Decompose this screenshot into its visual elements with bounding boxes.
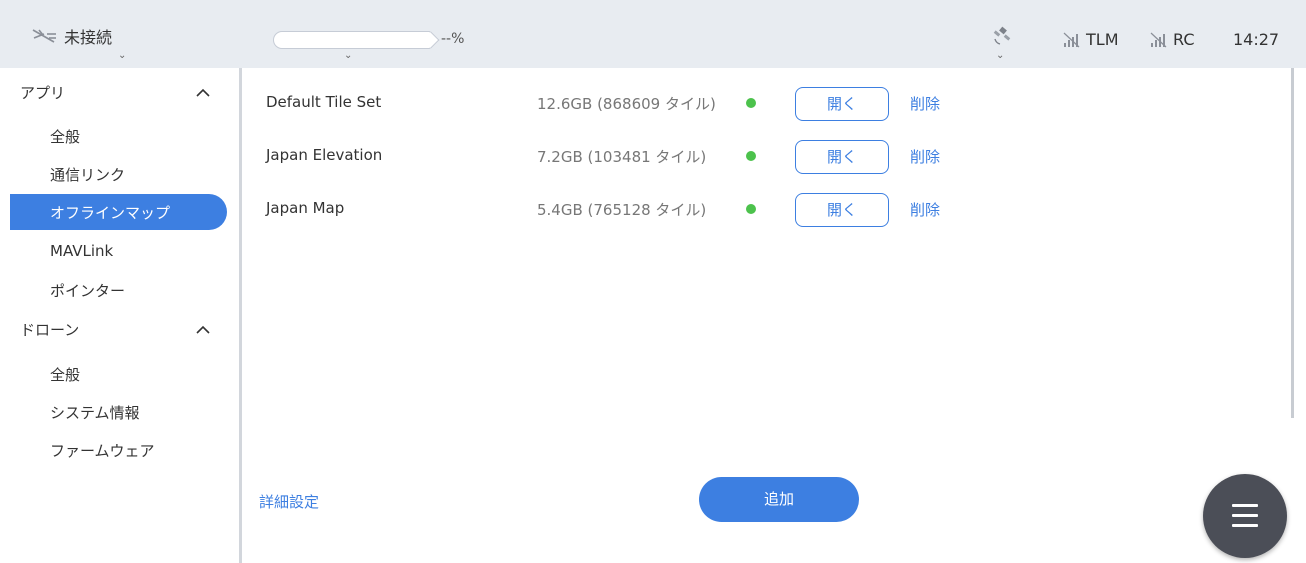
chevron-down-icon: ⌄ (996, 50, 1005, 61)
chevron-down-icon: ⌄ (344, 50, 353, 61)
map-size: 7.2GB (103481 タイル) (537, 148, 707, 166)
status-dot (746, 98, 756, 108)
open-button[interactable]: 開く (795, 140, 889, 174)
delete-link[interactable]: 削除 (910, 93, 940, 114)
tlm-label: TLM (1086, 30, 1119, 49)
chevron-up-icon[interactable] (196, 325, 210, 335)
clock: 14:27 (1233, 30, 1280, 49)
status-dot (746, 204, 756, 214)
sidebar-item-firmware[interactable]: ファームウェア (50, 440, 155, 461)
sidebar (0, 68, 242, 563)
open-button[interactable]: 開く (795, 87, 889, 121)
sidebar-item-label: オフラインマップ (50, 204, 171, 222)
sidebar-section-drone[interactable]: ドローン (20, 319, 79, 340)
rc-signal[interactable]: RC (1150, 30, 1195, 49)
list-item: Japan Map 5.4GB (765128 タイル) 開く 削除 (266, 193, 966, 227)
connection-label: 未接続 (64, 28, 113, 47)
sidebar-item-system-info[interactable]: システム情報 (50, 402, 140, 423)
add-button[interactable]: 追加 (699, 477, 859, 522)
list-item: Default Tile Set 12.6GB (868609 タイル) 開く … (266, 87, 966, 121)
map-name: Japan Elevation (266, 146, 383, 164)
advanced-settings-link[interactable]: 詳細設定 (259, 491, 319, 512)
connection-status[interactable]: 未接続 (30, 24, 112, 48)
rc-label: RC (1173, 30, 1195, 49)
telemetry-signal[interactable]: TLM (1063, 30, 1119, 49)
signal-off-icon (1150, 32, 1167, 47)
satellite-icon[interactable] (992, 26, 1012, 46)
map-size: 12.6GB (868609 タイル) (537, 95, 716, 113)
hamburger-menu-icon[interactable] (1203, 474, 1287, 558)
progress-percent: --% (441, 31, 465, 47)
sidebar-item-app-general[interactable]: 全般 (50, 126, 80, 147)
map-name: Japan Map (266, 199, 345, 217)
delete-link[interactable]: 削除 (910, 146, 940, 167)
map-size: 5.4GB (765128 タイル) (537, 201, 707, 219)
sidebar-item-drone-general[interactable]: 全般 (50, 364, 80, 385)
sidebar-divider (239, 68, 242, 563)
no-link-icon (32, 29, 56, 43)
sidebar-item-comm-link[interactable]: 通信リンク (50, 164, 125, 185)
delete-link[interactable]: 削除 (910, 199, 940, 220)
status-dot (746, 151, 756, 161)
progress-bar (273, 31, 440, 51)
list-item: Japan Elevation 7.2GB (103481 タイル) 開く 削除 (266, 140, 966, 174)
status-bar: 未接続 ⌄ ⌄ --% ⌄ TLM RC 14:27 (0, 0, 1306, 68)
sidebar-section-app[interactable]: アプリ (20, 82, 65, 103)
sidebar-item-mavlink[interactable]: MAVLink (50, 242, 113, 260)
sidebar-item-pointer[interactable]: ポインター (50, 280, 125, 301)
chevron-up-icon[interactable] (196, 88, 210, 98)
signal-off-icon (1063, 32, 1080, 47)
open-button[interactable]: 開く (795, 193, 889, 227)
map-name: Default Tile Set (266, 93, 382, 111)
sidebar-item-offline-map[interactable]: オフラインマップ (10, 194, 227, 230)
chevron-down-icon: ⌄ (118, 50, 127, 61)
scrollbar[interactable] (1291, 68, 1294, 418)
